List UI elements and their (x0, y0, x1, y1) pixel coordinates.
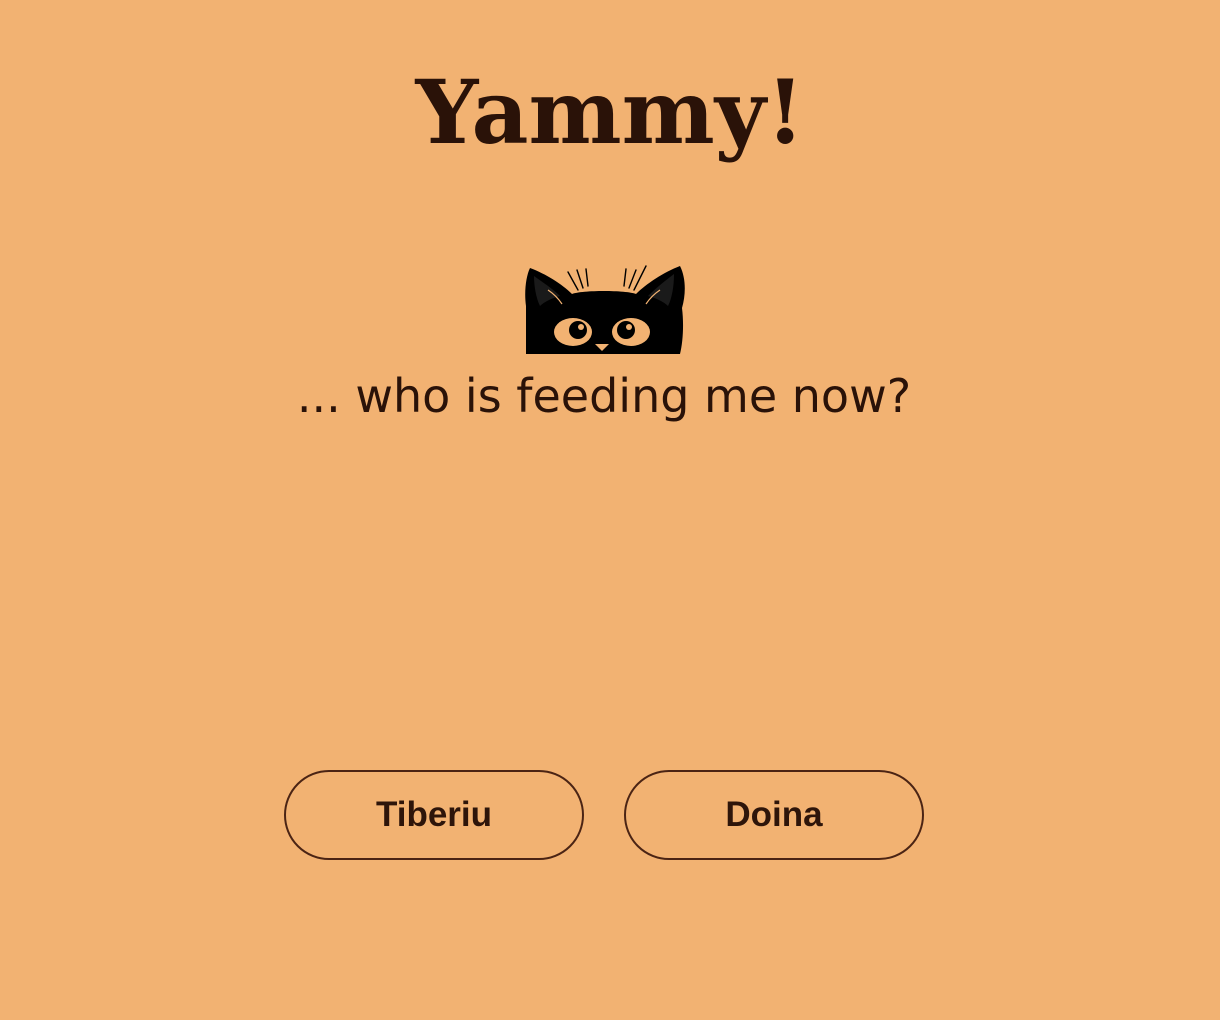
choice-button-doina[interactable]: Doina (624, 770, 924, 860)
question-text: ... who is feeding me now? (296, 369, 912, 423)
page-title: Yammy! (415, 60, 805, 164)
choice-button-tiberiu[interactable]: Tiberiu (284, 770, 584, 860)
peeking-cat-icon (525, 265, 685, 354)
